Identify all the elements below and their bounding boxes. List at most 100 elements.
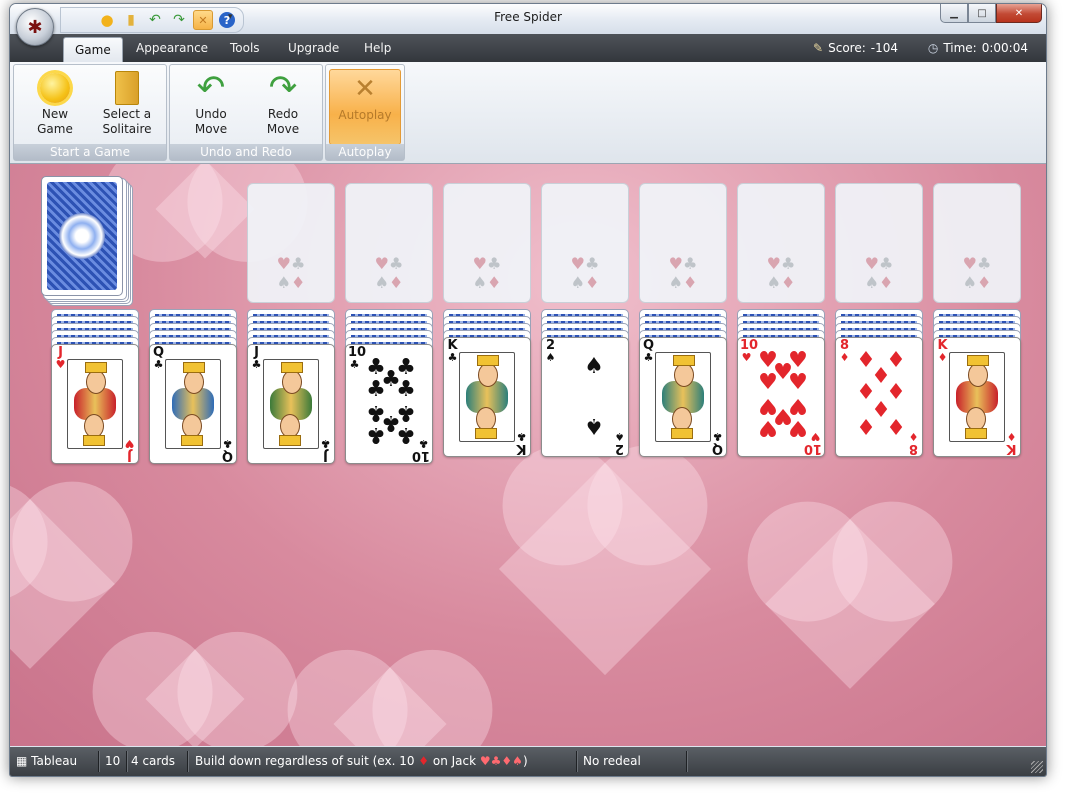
card-index: Q ♣ [221,437,234,463]
card-rank: Q [221,448,234,463]
tab-help[interactable]: Help [364,41,391,55]
status-redeal: No redeal [583,754,641,768]
card-index: J ♥ [54,346,67,371]
foundation-slot-1[interactable]: ♥♣ ♠♦ [247,183,335,303]
card-rank: 10 [803,441,822,456]
face-up-card[interactable]: J ♣ J ♣ [247,344,335,464]
card-rank: K [1006,441,1017,456]
tab-game[interactable]: Game [63,37,123,63]
title-bar: ● ▮ ↶ ↷ ✕ ? ▾ Free Spider ▁ □ ✕ [10,4,1046,34]
maximize-button[interactable]: □ [968,4,996,23]
suit-pip-icon: ♠ [584,413,604,438]
background-heart [10,499,115,669]
card-index: 10 ♣ [412,437,430,463]
minimize-button[interactable]: ▁ [940,4,968,23]
foundation-slot-6[interactable]: ♥♣ ♠♦ [737,183,825,303]
court-figure-icon [459,352,515,442]
foundation-suits-icon: ♥♣ ♠♦ [962,254,992,292]
redo-move-button[interactable]: ↷ Redo Move [248,69,318,143]
autoplay-icon: ✕ [354,74,376,104]
suit-pip-icon: ♣ [396,422,416,447]
tab-appearance[interactable]: Appearance [136,41,208,55]
app-menu-button[interactable]: ✱ [16,8,54,46]
face-up-card[interactable]: Q ♣ Q ♣ [149,344,237,464]
ribbon-tab-bar: Game Appearance Tools Upgrade Help ✎ Sco… [10,34,1046,63]
background-heart [498,462,712,676]
time-value: 0:00:04 [981,41,1028,55]
card-index: J ♣ [319,437,332,463]
folder-icon [115,71,139,105]
card-suit: ♣ [251,358,262,371]
score-icon: ✎ [813,41,824,55]
time-label: Time: [943,41,977,55]
suit-pip-icon: ♥ [758,370,778,395]
card-rank: 8 [908,441,919,456]
app-window: ● ▮ ↶ ↷ ✕ ? ▾ Free Spider ▁ □ ✕ ✱ Game A… [9,3,1047,777]
caption-buttons: ▁ □ ✕ [940,4,1042,23]
foundation-slot-8[interactable]: ♥♣ ♠♦ [933,183,1021,303]
suit-pip-icon: ♠ [584,354,604,379]
score-display: ✎ Score: -104 [813,41,898,55]
card-pips: ♥ ♥ ♥ ♥ ♥ ♥ ♥ ♥ ♥ ♥ [752,348,810,446]
foundation-slot-3[interactable]: ♥♣ ♠♦ [443,183,531,303]
game-table: ♥♣ ♠♦ ♥♣ ♠♦ ♥♣ ♠♦ ♥♣ ♠♦ ♥♣ ♠♦ ♥♣ ♠♦ ♥♣ ♠♦ ♥♣ ♠♦ J ♥ J ♥ Q ♣ Q… [10,164,1046,746]
rule-suits: ♥♣♦♠ [479,754,523,768]
spider-icon: ✱ [27,16,43,38]
suit-pip-icon: ♥ [758,415,778,440]
new-game-button[interactable]: New Game [20,69,90,143]
card-pips: ♣ ♣ ♣ ♣ ♣ ♣ ♣ ♣ ♣ ♣ [360,355,418,453]
card-suit: ♣ [320,437,331,450]
close-icon: ✕ [1014,7,1024,19]
card-suit: ♦ [908,430,919,443]
tab-upgrade[interactable]: Upgrade [288,41,339,55]
suit-pip-icon: ♣ [396,377,416,402]
suit-pip-icon: ♦ [886,413,906,438]
undo-move-button[interactable]: ↶ Undo Move [176,69,246,143]
select-solitaire-button[interactable]: Select a Solitaire [92,69,162,143]
face-up-card[interactable]: K ♦ K ♦ [933,337,1021,457]
window-title: Free Spider [494,10,562,24]
ribbon: New Game Select a Solitaire Start a Game… [10,62,1046,164]
court-figure-icon [165,359,221,449]
foundation-suits-icon: ♥♣ ♠♦ [766,254,796,292]
status-count: 10 [105,754,121,768]
group-autoplay: ✕ Autoplay Autoplay [325,64,405,161]
undo-icon: ↶ [196,68,226,108]
tab-tools[interactable]: Tools [230,41,260,55]
status-cards: 4 cards [131,754,175,768]
close-button[interactable]: ✕ [996,4,1042,23]
time-display: ◷ Time: 0:00:04 [928,41,1028,55]
court-figure-icon [263,359,319,449]
foundation-slot-5[interactable]: ♥♣ ♠♦ [639,183,727,303]
face-up-card[interactable]: 10 ♣ ♣ ♣ ♣ ♣ ♣ ♣ ♣ ♣ ♣ ♣ 10 ♣ [345,344,433,464]
face-up-card[interactable]: 2 ♠ ♠ ♠ 2 ♠ [541,337,629,457]
rule-text-3: ) [522,754,528,768]
status-rule: Build down regardless of suit (ex. 10 ♦ … [195,754,528,768]
court-figure-icon [949,352,1005,442]
suit-pip-icon: ♦ [856,413,876,438]
foundation-slot-2[interactable]: ♥♣ ♠♦ [345,183,433,303]
card-index: Q ♣ [711,430,724,456]
face-up-card[interactable]: J ♥ J ♥ [51,344,139,464]
card-rank: J [127,448,132,463]
foundation-slot-7[interactable]: ♥♣ ♠♦ [835,183,923,303]
face-up-card[interactable]: 10 ♥ ♥ ♥ ♥ ♥ ♥ ♥ ♥ ♥ ♥ ♥ 10 ♥ [737,337,825,457]
stock-pile[interactable] [41,176,133,306]
face-up-card[interactable]: Q ♣ Q ♣ [639,337,727,457]
undo-move-label-2: Move [194,122,228,136]
face-up-card[interactable]: K ♣ K ♣ [443,337,531,457]
status-pile-type: ▦ Tableau [16,754,77,768]
sun-icon [40,73,70,103]
face-up-card[interactable]: 8 ♦ ♦ ♦ ♦ ♦ ♦ ♦ ♦ ♦ 8 ♦ [835,337,923,457]
rule-text-2: on Jack [429,754,480,768]
foundation-slot-4[interactable]: ♥♣ ♠♦ [541,183,629,303]
foundation-suits-icon: ♥♣ ♠♦ [570,254,600,292]
foundation-suits-icon: ♥♣ ♠♦ [472,254,502,292]
stock-card-back[interactable] [41,176,123,296]
maximize-icon: □ [977,7,987,19]
card-suit: ♣ [153,358,164,371]
autoplay-button[interactable]: ✕ Autoplay [329,69,401,145]
resize-grip[interactable] [1031,761,1043,773]
group-label-start-a-game: Start a Game [14,144,166,160]
card-pips: ♦ ♦ ♦ ♦ ♦ ♦ ♦ ♦ [850,348,908,446]
